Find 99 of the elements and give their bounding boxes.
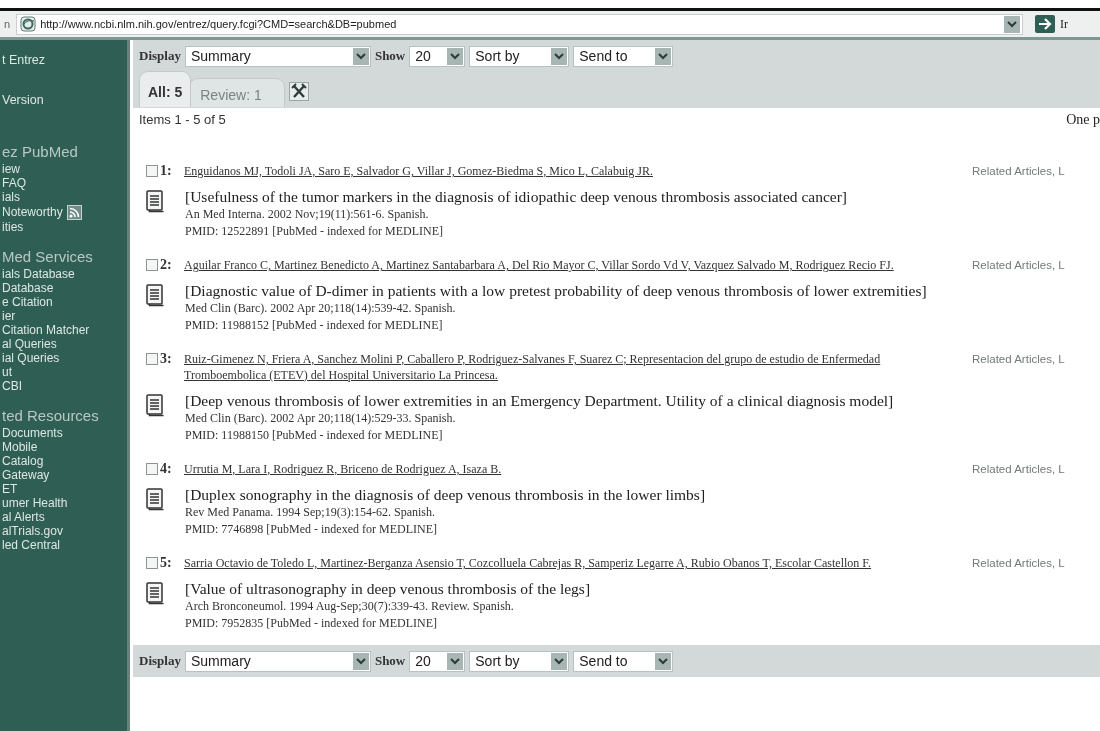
sidebar-heading: ted Resources	[1, 406, 100, 426]
caret-icon[interactable]	[1004, 15, 1020, 33]
display-label: Display	[139, 653, 181, 669]
related-articles-link[interactable]: Related Articles, L	[972, 257, 1065, 273]
sidebar-link[interactable]: e Citation	[0, 295, 127, 309]
citation-text: An Med Interna. 2002 Nov;19(11):561-6. Spanish.	[185, 206, 430, 223]
document-icon[interactable]	[146, 394, 165, 417]
pmid-text: PMID: 7746898 [PubMed - indexed for MEDLINE]	[185, 521, 438, 538]
show-label: Show	[374, 48, 406, 64]
sidebar-link[interactable]: ials Database	[0, 267, 127, 281]
caret-icon[interactable]	[655, 652, 672, 670]
sidebar-link[interactable]: ities	[0, 220, 127, 234]
caret-icon[interactable]	[655, 47, 672, 65]
items-count: Items 1 - 5 of 5	[139, 112, 226, 128]
article-title: [Value of ultrasonography in deep venous thrombosis of the legs]	[185, 579, 591, 598]
address-label: n	[4, 18, 11, 30]
caret-icon[interactable]	[551, 652, 568, 670]
show-label: Show	[374, 653, 406, 669]
pmid-text: PMID: 12522891 [PubMed - indexed for MEDLINE]	[185, 223, 444, 240]
sidebar-link[interactable]: Catalog	[0, 454, 127, 468]
tools-icon[interactable]	[288, 82, 309, 101]
sidebar-link[interactable]: Citation Matcher	[0, 323, 127, 337]
related-articles-link[interactable]: Related Articles, L	[972, 351, 1065, 367]
sidebar-link[interactable]: Version	[0, 80, 127, 120]
related-articles-link[interactable]: Related Articles, L	[972, 555, 1065, 571]
sidebar-link[interactable]: Noteworthy	[2, 204, 63, 220]
sidebar-link[interactable]: Gateway	[0, 468, 127, 482]
sidebar-link[interactable]: t Entrez	[0, 40, 127, 80]
citation-text: Med Clin (Barc). 2002 Apr 20;118(14):539-42. Spanish.	[185, 300, 457, 317]
arrow-icon	[1035, 15, 1055, 33]
result-number: 5:	[160, 555, 173, 571]
caret-icon[interactable]	[551, 47, 568, 65]
sidebar-link[interactable]: Database	[0, 281, 127, 295]
address-field[interactable]: http://www.ncbi.nlm.nih.gov/entrez/query.fcgi?CMD=search&DB=pubmed	[16, 13, 1023, 35]
rss-icon[interactable]	[66, 204, 82, 220]
display-select[interactable]: Summary	[184, 650, 371, 672]
authors-link[interactable]: Urrutia M, Lara I, Rodriguez R, Briceno de Rodriguez A, Isaza B.	[184, 461, 962, 477]
sidebar-heading: ez PubMed	[1, 142, 79, 162]
document-icon[interactable]	[146, 582, 165, 605]
pmid-text: PMID: 11988150 [PubMed - indexed for MEDLINE]	[185, 427, 444, 444]
sidebar-link[interactable]: Documents	[0, 426, 127, 440]
display-select[interactable]: Summary	[184, 45, 371, 67]
article-title: [Diagnostic value of D-dimer in patients with a low pretest probability of deep venous thrombosis of lower extremities]	[185, 281, 927, 300]
authors-link[interactable]: Aguilar Franco C, Martinez Benedicto A, Martinez Santabarbara A, Del Rio Mayor C, Villar Sordo Vd V, Vazquez Salvado M, Rodriguez Recio FJ.	[184, 257, 962, 273]
authors-link[interactable]: Enguidanos MJ, Todoli JA, Saro E, Salvador G, Villar J, Gomez-Biedma S, Mico L, Calabuig JR.	[184, 163, 962, 179]
article-title: [Duplex sonography in the diagnosis of deep venous thrombosis in the lower limbs]	[185, 485, 706, 504]
caret-icon[interactable]	[352, 47, 369, 65]
checkbox[interactable]	[146, 463, 158, 475]
send-select[interactable]: Send to	[573, 650, 674, 672]
sidebar-link[interactable]: ials	[0, 190, 127, 204]
checkbox[interactable]	[146, 165, 158, 177]
related-articles-link[interactable]: Related Articles, L	[972, 461, 1065, 477]
sidebar-link[interactable]: alTrials.gov	[0, 524, 127, 538]
show-select[interactable]: 20	[409, 45, 466, 67]
sidebar-link[interactable]: iew	[0, 162, 127, 176]
authors-link[interactable]: Sarria Octavio de Toledo L, Martinez-Berganza Asensio T, Cozcolluela Cabrejas R, Samperiz Legarre A, Rubio Obanos T, Escolar Castellon F.	[184, 555, 962, 571]
sidebar-link[interactable]: CBI	[0, 379, 127, 393]
caret-icon[interactable]	[352, 652, 369, 670]
checkbox[interactable]	[146, 557, 158, 569]
document-icon[interactable]	[146, 284, 165, 307]
sidebar-link[interactable]: ial Queries	[0, 351, 127, 365]
sidebar-link[interactable]: ET	[0, 482, 127, 496]
related-articles-link[interactable]: Related Articles, L	[972, 163, 1065, 179]
document-icon[interactable]	[146, 190, 165, 213]
page-icon	[20, 16, 37, 32]
article-title: [Deep venous thrombosis of lower extremities in an Emergency Department. Utility of a clinical diagnosis model]	[185, 391, 894, 410]
show-select[interactable]: 20	[409, 650, 466, 672]
checkbox[interactable]	[146, 259, 158, 271]
result-number: 1:	[160, 163, 173, 179]
page-info: One p	[1066, 112, 1100, 128]
sidebar-link[interactable]: umer Health	[0, 496, 127, 510]
checkbox[interactable]	[146, 353, 158, 365]
sidebar-link[interactable]: ier	[0, 309, 127, 323]
sidebar-link[interactable]: al Alerts	[0, 510, 127, 524]
sort-select[interactable]: Sort by	[469, 45, 570, 67]
pmid-text: PMID: 11988152 [PubMed - indexed for MEDLINE]	[185, 317, 444, 334]
sort-select[interactable]: Sort by	[469, 650, 570, 672]
result-number: 3:	[160, 351, 173, 367]
citation-text: Med Clin (Barc). 2002 Apr 20;118(14):529-33. Spanish.	[185, 410, 457, 427]
display-label: Display	[139, 48, 181, 64]
tab[interactable]: Review: 1	[189, 78, 285, 107]
citation-text: Arch Bronconeumol. 1994 Aug-Sep;30(7):339-43. Review. Spanish.	[185, 598, 515, 615]
caret-icon[interactable]	[447, 652, 464, 670]
article-title: [Usefulness of the tumor markers in the diagnosis of idiopathic deep venous thrombosis associated cancer]	[185, 187, 848, 206]
sidebar-link[interactable]: ut	[0, 365, 127, 379]
sidebar-heading: Med Services	[1, 247, 94, 267]
send-select[interactable]: Send to	[573, 45, 674, 67]
pmid-text: PMID: 7952835 [PubMed - indexed for MEDLINE]	[185, 615, 438, 632]
citation-text: Rev Med Panama. 1994 Sep;19(3):154-62. Spanish.	[185, 504, 436, 521]
authors-link[interactable]: Ruiz-Gimenez N, Friera A, Sanchez Molini P, Caballero P, Rodriguez-Salvanes F, Suarez C; Representacion del grupo de estudio de Enfermedad Tromboembolica (ETEV) del Hospital Universitario La Princesa.	[184, 351, 962, 383]
document-icon[interactable]	[146, 488, 165, 511]
tab[interactable]: All: 5	[139, 71, 192, 107]
sidebar-link[interactable]: FAQ	[0, 176, 127, 190]
sidebar-link[interactable]: led Central	[0, 538, 127, 552]
sidebar-link[interactable]: Mobile	[0, 440, 127, 454]
result-number: 2:	[160, 257, 173, 273]
sidebar-link[interactable]: al Queries	[0, 337, 127, 351]
result-number: 4:	[160, 461, 173, 477]
caret-icon[interactable]	[447, 47, 464, 65]
